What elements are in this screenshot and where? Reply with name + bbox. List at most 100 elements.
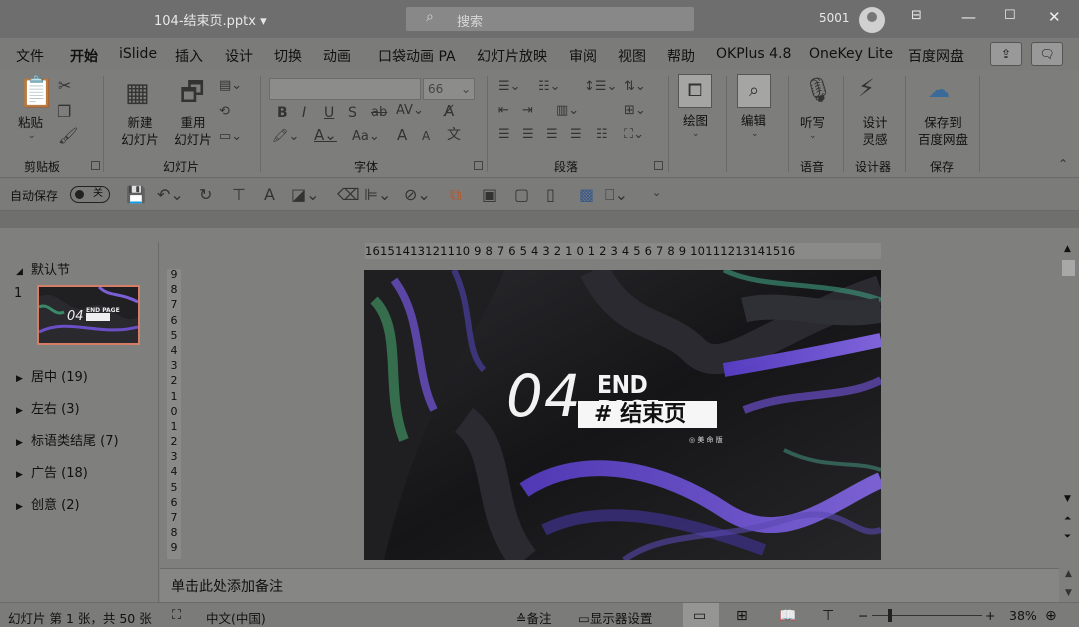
- tab-animations[interactable]: 动画: [323, 46, 351, 66]
- slide-thumbnail[interactable]: 04 END PAGE: [37, 285, 140, 345]
- align-text-icon[interactable]: ⊞⌄: [624, 104, 646, 117]
- comment-button[interactable]: 🗨: [1031, 42, 1063, 66]
- tab-help[interactable]: 帮助: [667, 46, 695, 66]
- dictate-button[interactable]: 听写: [800, 114, 825, 131]
- decrease-indent-icon[interactable]: ⇤: [498, 104, 509, 117]
- scroll-up-icon[interactable]: ▲: [1065, 570, 1072, 579]
- collapse-ribbon-icon[interactable]: ⌃: [1058, 158, 1068, 170]
- user-name[interactable]: 5001: [819, 11, 850, 25]
- scroll-down-icon[interactable]: ▼: [1064, 494, 1071, 504]
- align-left-icon[interactable]: ☰: [498, 128, 510, 141]
- tab-onekey[interactable]: OneKey Lite: [809, 46, 893, 62]
- autosave-toggle[interactable]: 关: [70, 186, 110, 203]
- distributed-icon[interactable]: ☷: [596, 128, 608, 141]
- slideshow-icon[interactable]: ⊤: [822, 608, 834, 624]
- document-name[interactable]: 104-结束页.pptx ▾: [154, 10, 267, 29]
- italic-icon[interactable]: I: [302, 106, 306, 120]
- scroll-down-icon[interactable]: ▼: [1065, 589, 1072, 598]
- align-right-icon[interactable]: ☰: [546, 128, 558, 141]
- cut-icon[interactable]: ✂: [58, 78, 71, 94]
- slide-number-text[interactable]: 04: [506, 367, 582, 425]
- paragraph-launcher-icon[interactable]: ↘: [654, 161, 663, 170]
- section-slogan-ending[interactable]: ▶ 标语类结尾 (7): [16, 430, 119, 449]
- drawing-icon[interactable]: ⧠: [678, 74, 712, 108]
- editing-button[interactable]: 编辑: [741, 112, 766, 129]
- zoom-out-icon[interactable]: −: [858, 608, 868, 623]
- search-box[interactable]: ⌕ 搜索: [406, 7, 694, 31]
- display-settings-button[interactable]: ▭显示器设置: [578, 608, 652, 627]
- align-icon[interactable]: ⊫⌄: [364, 187, 391, 203]
- design-ideas-button[interactable]: 设计 灵感: [862, 114, 888, 148]
- redo-icon[interactable]: ↻: [199, 187, 212, 203]
- font-name-select[interactable]: [269, 78, 421, 100]
- bring-forward-icon[interactable]: ⧉: [450, 187, 461, 203]
- underline-icon[interactable]: U: [324, 106, 334, 120]
- notes-pane[interactable]: 单击此处添加备注: [160, 568, 1059, 602]
- eraser-icon[interactable]: ⌫: [337, 187, 360, 203]
- previous-slide-icon[interactable]: ⏶: [1064, 514, 1071, 524]
- vertical-scrollbar[interactable]: ▲ ▼ ⏶ ⏷: [1059, 242, 1079, 568]
- fit-to-window-icon[interactable]: ⊕: [1045, 608, 1057, 624]
- tab-file[interactable]: 文件: [16, 46, 44, 66]
- baidu-cloud-icon[interactable]: ☁: [928, 80, 950, 102]
- strikethrough-icon[interactable]: ab: [371, 106, 387, 119]
- tab-review[interactable]: 审阅: [569, 46, 597, 66]
- font-size-select[interactable]: 66 ⌄: [423, 78, 475, 100]
- slide-brand-text[interactable]: ◎ 美 命 版: [689, 435, 723, 445]
- textbox-icon[interactable]: A: [264, 187, 275, 203]
- phonetic-icon[interactable]: 文: [447, 128, 461, 142]
- picture-icon[interactable]: ▩: [579, 187, 594, 203]
- text-icon[interactable]: ⎕⌄: [605, 187, 628, 203]
- increase-indent-icon[interactable]: ⇥: [522, 104, 533, 117]
- chevron-down-icon[interactable]: ⌄: [28, 132, 36, 141]
- tab-baidu[interactable]: 百度网盘: [908, 46, 964, 66]
- minimize-icon[interactable]: —: [961, 8, 976, 26]
- close-icon[interactable]: ✕: [1048, 8, 1061, 26]
- tab-transitions[interactable]: 切换: [274, 46, 302, 66]
- save-to-baidu-button[interactable]: 保存到 百度网盘: [917, 114, 969, 148]
- section-centered[interactable]: ▶ 居中 (19): [16, 366, 88, 385]
- shadow-icon[interactable]: S: [348, 106, 357, 120]
- tab-home[interactable]: 开始: [70, 46, 98, 73]
- reset-icon[interactable]: ⟲: [219, 105, 230, 118]
- section-icon[interactable]: ▭⌄: [219, 130, 242, 143]
- align-center-icon[interactable]: ☰: [522, 128, 534, 141]
- change-case-icon[interactable]: Aa⌄: [352, 130, 380, 143]
- font-color-icon[interactable]: A⌄: [314, 128, 337, 143]
- font-launcher-icon[interactable]: ↘: [474, 161, 483, 170]
- layout-icon[interactable]: ▤⌄: [219, 79, 242, 92]
- normal-view-icon[interactable]: ▭: [693, 608, 706, 624]
- chevron-down-icon[interactable]: ⌄: [809, 132, 817, 141]
- tab-view[interactable]: 视图: [618, 46, 646, 66]
- bold-icon[interactable]: B: [277, 106, 288, 120]
- zoom-slider-thumb[interactable]: [888, 609, 892, 622]
- numbering-icon[interactable]: ☷⌄: [538, 80, 561, 93]
- section-advertising[interactable]: ▶ 广告 (18): [16, 462, 88, 481]
- zoom-level[interactable]: 38%: [1009, 608, 1037, 623]
- reuse-slide-button[interactable]: 重用 幻灯片: [173, 114, 213, 148]
- merge-shapes-icon[interactable]: ⊘⌄: [404, 187, 431, 203]
- scroll-up-icon[interactable]: ▲: [1064, 244, 1071, 254]
- scrollbar-thumb[interactable]: [1062, 260, 1075, 276]
- avatar[interactable]: [859, 7, 885, 33]
- tab-islide[interactable]: iSlide: [119, 46, 157, 62]
- copy-icon[interactable]: ❐: [57, 104, 71, 120]
- slide-sorter-icon[interactable]: ⊞: [736, 608, 748, 624]
- maximize-icon[interactable]: ☐: [1004, 8, 1016, 23]
- char-spacing-icon[interactable]: AV⌄: [396, 104, 424, 117]
- chevron-down-icon[interactable]: ⌄: [751, 130, 759, 139]
- clear-format-icon[interactable]: A̸: [444, 104, 454, 119]
- tab-slideshow[interactable]: 幻灯片放映: [477, 46, 547, 66]
- ungroup-icon[interactable]: ▢: [514, 187, 529, 203]
- grow-font-icon[interactable]: A: [397, 128, 407, 143]
- format-painter-icon[interactable]: 🖌: [58, 128, 78, 144]
- tab-design[interactable]: 设计: [225, 46, 253, 66]
- chevron-down-icon[interactable]: ⌄: [692, 130, 700, 139]
- new-slide-button[interactable]: 新建 幻灯片: [116, 114, 164, 148]
- shrink-font-icon[interactable]: A: [422, 130, 430, 142]
- reading-view-icon[interactable]: 📖: [779, 608, 796, 624]
- highlight-icon[interactable]: 🖍⌄: [272, 130, 299, 143]
- microphone-icon[interactable]: 🎙: [803, 78, 833, 102]
- group-icon[interactable]: ▣: [482, 187, 497, 203]
- language-indicator[interactable]: 中文(中国): [206, 608, 266, 627]
